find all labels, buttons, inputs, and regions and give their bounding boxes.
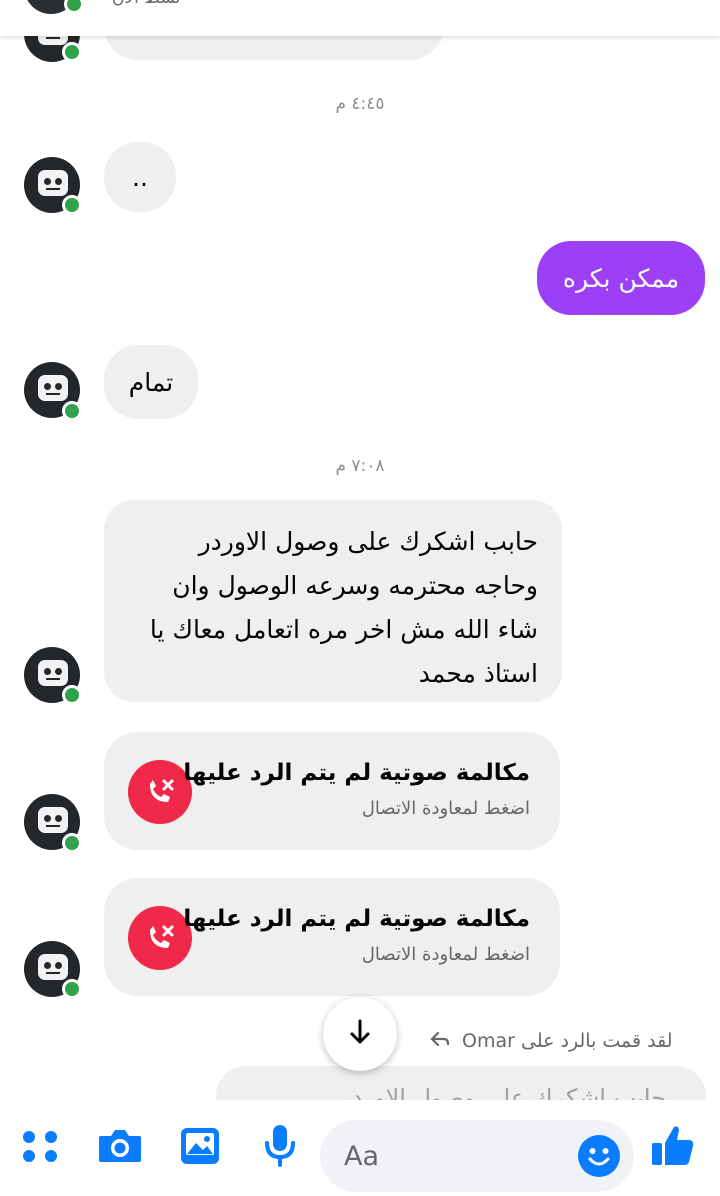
online-indicator	[62, 401, 82, 421]
camera-button[interactable]	[96, 1124, 144, 1172]
reply-note: لقد قمت بالرد على Omar	[430, 1030, 673, 1052]
message-input-placeholder: Aa	[344, 1141, 380, 1172]
reply-arrow-icon	[430, 1030, 450, 1052]
message-text: ..	[132, 162, 148, 192]
like-icon	[650, 1123, 696, 1173]
more-actions-button[interactable]	[20, 1124, 60, 1172]
voice-clip-button[interactable]	[258, 1124, 302, 1172]
gallery-button[interactable]	[178, 1124, 222, 1172]
message-text: حابب اشكرك على وصول الاوردر وحاجه محترمه…	[149, 527, 538, 688]
message-text: تمام	[128, 367, 174, 397]
message-text: ممكن بكره	[562, 263, 680, 293]
online-indicator	[62, 979, 82, 999]
scroll-to-bottom-button[interactable]	[323, 997, 397, 1071]
missed-call-card[interactable]: مكالمة صوتية لم يتم الرد عليها اضغط لمعا…	[104, 878, 560, 996]
message-bubble-incoming[interactable]: تمام	[104, 345, 198, 419]
conversation-header: نشط الآن	[0, 0, 720, 36]
online-indicator	[62, 833, 82, 853]
missed-call-icon	[128, 906, 192, 970]
online-indicator	[62, 195, 82, 215]
like-button[interactable]	[650, 1124, 696, 1172]
message-input[interactable]: Aa	[320, 1120, 634, 1192]
missed-call-card[interactable]: مكالمة صوتية لم يتم الرد عليها اضغط لمعا…	[104, 732, 560, 850]
camera-icon	[97, 1126, 143, 1170]
online-indicator	[62, 42, 82, 62]
microphone-icon	[262, 1123, 298, 1173]
online-indicator	[64, 0, 84, 14]
message-bubble-outgoing[interactable]: ممكن بكره	[537, 241, 705, 315]
missed-call-subtitle: اضغط لمعاودة الاتصال	[361, 944, 530, 965]
chat-thread: ٤:٤٥ م .. ممكن بكره تمام ٧:٠٨ م حابب اشك…	[0, 0, 720, 1100]
menu-dots-icon	[20, 1126, 60, 1170]
missed-call-title: مكالمة صوتية لم يتم الرد عليها	[183, 760, 530, 786]
timestamp: ٧:٠٨ م	[335, 456, 385, 476]
missed-call-icon	[128, 760, 192, 824]
missed-call-subtitle: اضغط لمعاودة الاتصال	[361, 798, 530, 819]
online-indicator	[62, 685, 82, 705]
gallery-icon	[179, 1126, 221, 1170]
header-status-text: نشط الآن	[112, 0, 180, 8]
composer-bar: Aa	[0, 1100, 720, 1196]
message-bubble-incoming[interactable]: ..	[104, 142, 176, 212]
timestamp: ٤:٤٥ م	[335, 94, 385, 114]
message-bubble-incoming[interactable]: حابب اشكرك على وصول الاوردر وحاجه محترمه…	[104, 500, 562, 702]
reply-note-text: لقد قمت بالرد على Omar	[462, 1030, 673, 1052]
arrow-down-icon	[345, 1017, 375, 1051]
reply-quote-bubble[interactable]: حابب اشكرك على وصول الاوردر	[216, 1066, 706, 1100]
missed-call-title: مكالمة صوتية لم يتم الرد عليها	[183, 906, 530, 932]
emoji-icon[interactable]	[578, 1135, 620, 1177]
reply-quote-text: حابب اشكرك على وصول الاوردر	[340, 1084, 666, 1100]
